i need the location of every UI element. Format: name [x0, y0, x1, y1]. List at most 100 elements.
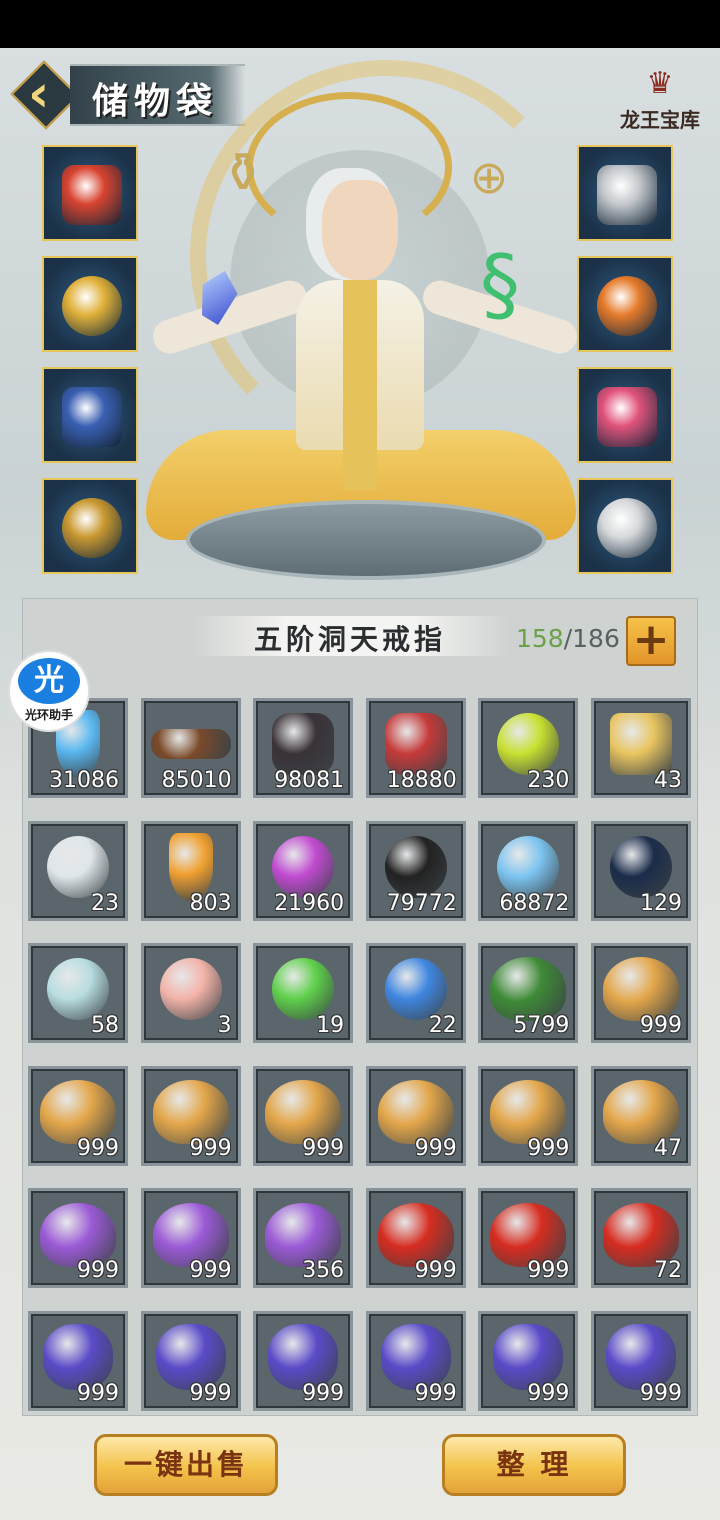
- spider-lily-icon: [40, 1080, 116, 1145]
- equipment-slot-sword[interactable]: [42, 145, 138, 241]
- back-arrow-icon[interactable]: ‹: [28, 66, 68, 122]
- item-slot[interactable]: 72: [591, 1188, 691, 1289]
- item-count: 31086: [49, 768, 119, 793]
- item-slot[interactable]: 230: [478, 698, 579, 798]
- item-slot[interactable]: 999: [253, 1065, 354, 1166]
- item-count: 356: [302, 1258, 345, 1284]
- item-slot[interactable]: 999: [253, 1311, 354, 1411]
- item-slot[interactable]: 79772: [365, 820, 466, 921]
- jade-hook-icon: §: [480, 238, 520, 331]
- lion-helmet-icon: [62, 276, 122, 336]
- item-slot[interactable]: 98081: [253, 698, 354, 798]
- item-slot[interactable]: 23: [28, 820, 128, 921]
- item-slot[interactable]: 999: [365, 1065, 466, 1166]
- equipment-slot-boots[interactable]: [42, 478, 138, 574]
- item-slot[interactable]: 999: [140, 1311, 241, 1411]
- item-slot[interactable]: 999: [478, 1311, 579, 1411]
- item-count: 129: [640, 890, 682, 916]
- item-count: 5799: [513, 1013, 570, 1039]
- item-count: 23: [91, 890, 119, 916]
- item-count: 85010: [161, 768, 232, 793]
- item-count: 79772: [386, 890, 457, 916]
- equipment-slot-amulet[interactable]: [577, 256, 673, 352]
- assistant-badge[interactable]: 光 光环助手: [10, 652, 88, 730]
- equipment-slot-shield-medal[interactable]: [577, 478, 673, 574]
- dragon-emblem-icon: ♛: [646, 66, 674, 101]
- blue-gem-icon: [384, 958, 447, 1021]
- white-vase-icon: [47, 835, 109, 898]
- item-slot[interactable]: 18880: [365, 698, 466, 798]
- spider-lily-icon: [265, 1080, 342, 1145]
- item-slot[interactable]: 19: [253, 943, 354, 1044]
- item-count: 999: [527, 1258, 570, 1284]
- item-count: 72: [654, 1258, 682, 1284]
- item-count: 58: [91, 1013, 119, 1039]
- item-slot[interactable]: 43: [591, 698, 691, 798]
- bracelet-icon: [597, 387, 657, 447]
- item-slot[interactable]: 999: [591, 1311, 691, 1411]
- purple-flower-icon: [40, 1202, 116, 1267]
- equipment-slot-ring[interactable]: [577, 145, 673, 241]
- purple-flower-icon: [152, 1202, 229, 1267]
- purple-flower-icon: [265, 1202, 342, 1267]
- spider-lily-icon: [490, 1080, 567, 1145]
- purple-orb-icon: [272, 835, 335, 898]
- character-pedestal: [186, 500, 546, 580]
- item-slot[interactable]: 999: [478, 1065, 579, 1166]
- item-count: 999: [414, 1135, 457, 1161]
- item-slot[interactable]: 999: [365, 1188, 466, 1289]
- spider-lily-icon: [603, 957, 679, 1022]
- item-slot[interactable]: 999: [591, 943, 691, 1044]
- item-slot[interactable]: 999: [28, 1311, 128, 1411]
- item-slot[interactable]: 356: [253, 1188, 354, 1289]
- spider-lily-icon: [603, 1080, 679, 1145]
- page-title: 储物袋: [92, 80, 219, 122]
- item-slot[interactable]: 47: [591, 1065, 691, 1166]
- bag-title-banner: 五阶洞天戒指: [190, 616, 510, 656]
- item-count: 999: [527, 1135, 570, 1161]
- item-count: 98081: [274, 768, 345, 793]
- sort-button[interactable]: 整 理: [442, 1434, 626, 1496]
- zoom-in-icon[interactable]: ⊕: [458, 146, 520, 208]
- item-slot[interactable]: 21960: [253, 820, 354, 921]
- potion-bottle-icon: [47, 958, 109, 1021]
- equipment-slot-armor[interactable]: [42, 367, 138, 463]
- blue-droplet-icon: [497, 835, 560, 898]
- item-count: 47: [654, 1135, 682, 1161]
- item-slot[interactable]: 999: [478, 1188, 579, 1289]
- equipment-slot-lion-helmet[interactable]: [42, 256, 138, 352]
- item-count: 18880: [386, 768, 457, 793]
- item-slot[interactable]: 129: [591, 820, 691, 921]
- green-orb-icon: [497, 713, 560, 776]
- item-count: 999: [414, 1258, 457, 1284]
- red-flower-icon: [603, 1202, 679, 1267]
- item-count: 22: [428, 1013, 457, 1039]
- item-count: 999: [640, 1381, 682, 1406]
- sell-all-button[interactable]: 一键出售: [94, 1434, 278, 1496]
- equipment-slot-bracelet[interactable]: [577, 367, 673, 463]
- item-slot[interactable]: 999: [140, 1188, 241, 1289]
- dragon-treasury-label: 龙王宝库: [620, 108, 700, 132]
- item-slot[interactable]: 3: [140, 943, 241, 1044]
- bag-capacity: 158/186: [516, 624, 620, 653]
- wardrobe-icon[interactable]: ⚱: [212, 142, 274, 204]
- item-slot[interactable]: 58: [28, 943, 128, 1044]
- item-slot[interactable]: 5799: [478, 943, 579, 1044]
- dragon-treasury-button[interactable]: ♛ 龙王宝库: [614, 64, 706, 136]
- item-slot[interactable]: 999: [140, 1065, 241, 1166]
- item-slot[interactable]: 85010: [140, 698, 241, 798]
- item-count: 999: [302, 1135, 345, 1161]
- item-slot[interactable]: 999: [365, 1311, 466, 1411]
- expand-bag-button[interactable]: +: [626, 616, 676, 666]
- green-gem-icon: [272, 958, 335, 1021]
- black-droplet-icon: [384, 835, 447, 898]
- item-slot[interactable]: 68872: [478, 820, 579, 921]
- item-slot[interactable]: 803: [140, 820, 241, 921]
- item-count: 43: [654, 768, 682, 793]
- item-slot[interactable]: 22: [365, 943, 466, 1044]
- item-slot[interactable]: 999: [28, 1065, 128, 1166]
- item-count: 999: [302, 1381, 345, 1406]
- item-slot[interactable]: 999: [28, 1188, 128, 1289]
- item-count: 999: [189, 1135, 232, 1161]
- item-count: 803: [189, 890, 232, 916]
